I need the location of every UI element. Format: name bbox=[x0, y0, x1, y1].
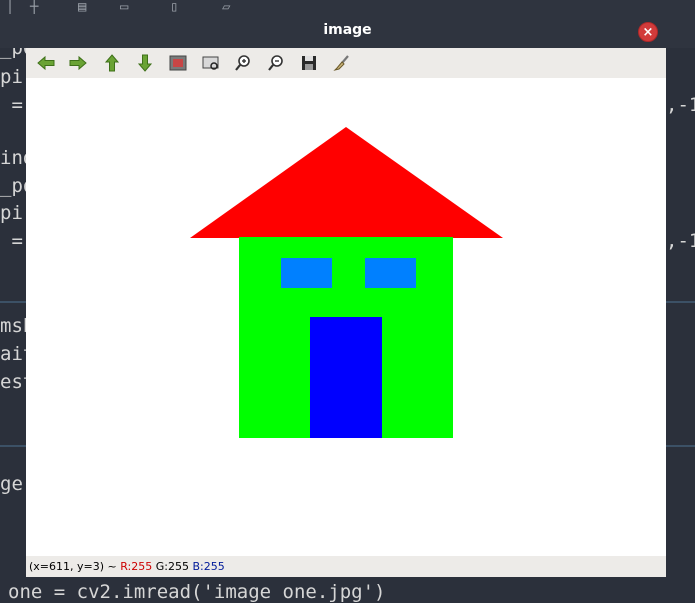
pan-right-icon[interactable] bbox=[68, 53, 88, 73]
code-line: ,-1 bbox=[666, 94, 695, 116]
pan-up-icon[interactable] bbox=[102, 53, 122, 73]
window-left bbox=[281, 258, 332, 288]
status-blue: B:255 bbox=[192, 560, 225, 573]
window-right bbox=[365, 258, 416, 288]
viewer-toolbar bbox=[26, 48, 666, 79]
image-window: (x=611, y=3) ~ R:255 G:255 B:255 bbox=[26, 48, 666, 577]
window-title: image bbox=[323, 22, 372, 38]
image-canvas[interactable] bbox=[26, 78, 666, 556]
code-line: = bbox=[0, 94, 23, 116]
editor-doc-icon[interactable]: ▤ bbox=[78, 0, 86, 14]
zoom-original-icon[interactable] bbox=[168, 53, 188, 73]
house-drawing bbox=[26, 78, 666, 556]
zoom-fit-icon[interactable] bbox=[201, 53, 221, 73]
status-green: G:255 bbox=[155, 560, 189, 573]
status-bar: (x=611, y=3) ~ R:255 G:255 B:255 bbox=[26, 556, 666, 577]
properties-icon[interactable] bbox=[332, 53, 352, 73]
code-line: ,-1 bbox=[666, 230, 695, 252]
editor-ruler-icon[interactable]: ▭ bbox=[120, 0, 128, 14]
code-line: ge bbox=[0, 473, 23, 495]
pan-left-icon[interactable] bbox=[36, 53, 56, 73]
window-titlebar[interactable]: image × bbox=[0, 14, 695, 48]
zoom-out-icon[interactable] bbox=[266, 53, 286, 73]
house-door bbox=[310, 317, 382, 438]
editor-cross-icon[interactable]: ┼ bbox=[30, 0, 38, 14]
code-line-bottom: one = cv2.imread('image one.jpg') bbox=[8, 581, 386, 603]
code-line: = bbox=[0, 230, 23, 252]
zoom-in-icon[interactable] bbox=[233, 53, 253, 73]
close-button[interactable]: × bbox=[638, 22, 658, 42]
editor-tool-icon[interactable]: ▕ bbox=[2, 0, 10, 14]
status-coords: (x=611, y=3) ~ bbox=[29, 560, 117, 573]
editor-page-icon[interactable]: ▱ bbox=[222, 0, 230, 14]
editor-file-icon[interactable]: ▯ bbox=[170, 0, 178, 14]
save-icon[interactable] bbox=[299, 53, 319, 73]
status-red: R:255 bbox=[120, 560, 153, 573]
pan-down-icon[interactable] bbox=[135, 53, 155, 73]
